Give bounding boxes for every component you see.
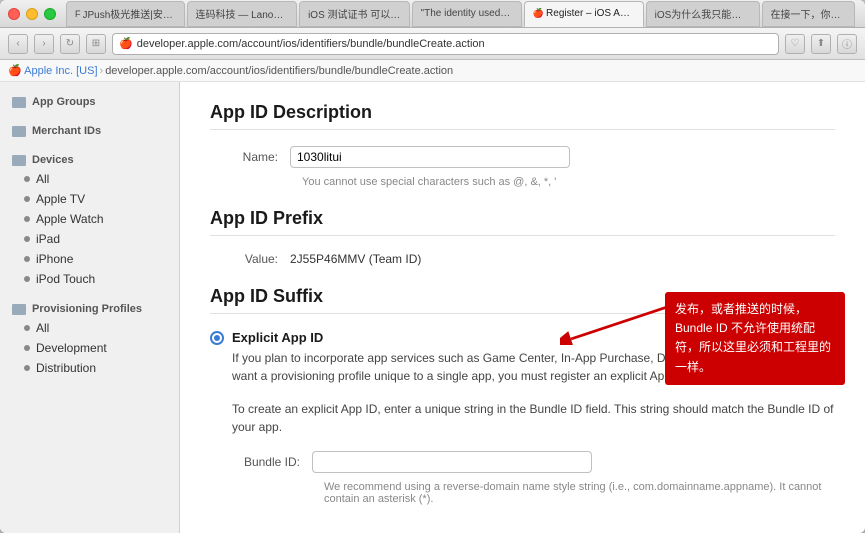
sidebar-item-label: iPhone [36,252,73,266]
annotation-arrow [560,300,670,345]
refresh-button[interactable]: ↻ [60,34,80,54]
name-field-row: Name: [210,146,835,168]
bundle-id-label: Bundle ID: [232,455,312,469]
folder-icon-4 [12,304,26,315]
explicit-option-desc2: To create an explicit App ID, enter a un… [232,400,835,436]
annotation-bubble: 发布，或者推送的时候，Bundle ID 不允许使用统配符，所以这里必须和工程里… [665,292,845,385]
sidebar-item-iphone[interactable]: iPhone [0,249,179,269]
bullet-icon [24,345,30,351]
sidebar-item-label: Apple TV [36,192,85,206]
apple-favicon: 🍎 [119,37,133,50]
bullet-icon [24,216,30,222]
sidebar-item-label: iPad [36,232,60,246]
sidebar-label-appgroups: App Groups [32,96,96,108]
bundle-id-hint: We recommend using a reverse-domain name… [324,481,835,505]
sidebar-item-ipad[interactable]: iPad [0,229,179,249]
section-title-prefix: App ID Prefix [210,208,835,236]
traffic-lights [8,8,56,20]
breadcrumb-apple[interactable]: 🍎 Apple Inc. [US] [8,64,98,77]
name-hint: You cannot use special characters such a… [302,176,835,188]
folder-icon [12,97,26,108]
sidebar-item-ipodtouch[interactable]: iPod Touch [0,269,179,289]
tab-lanou[interactable]: 连码科技 — Lanou3G Co... [187,1,298,27]
sidebar-header-devices: Devices [0,148,179,169]
title-bar: F JPush极光推送|安卓推送|i... 连码科技 — Lanou3G Co.… [0,0,865,28]
back-button[interactable]: ‹ [8,34,28,54]
sidebar-label-devices: Devices [32,154,74,166]
bullet-icon [24,325,30,331]
prefix-value-label: Value: [210,252,290,266]
name-input[interactable] [290,146,570,168]
close-button[interactable] [8,8,20,20]
bookmark-button[interactable]: ♡ [785,34,805,54]
grid-button[interactable]: ⊞ [86,34,106,54]
prefix-value-row: Value: 2J55P46MMV (Team ID) [210,252,835,266]
tab-ios-why[interactable]: iOS为什么我只能创建一个... [646,1,760,27]
section-app-id-prefix: App ID Prefix Value: 2J55P46MMV (Team ID… [210,208,835,266]
sidebar-item-label: All [36,172,49,186]
annotation-text: 发布，或者推送的时候，Bundle ID 不允许使用统配符，所以这里必须和工程里… [675,302,831,374]
tab-identity[interactable]: "The identity used to sign... [412,1,522,27]
sidebar-label-merchantids: Merchant IDs [32,125,101,137]
explicit-radio-button[interactable] [210,331,224,345]
tab-ios-cert[interactable]: iOS 测试证书 可以注册几... [299,1,409,27]
sidebar-header-provisioning: Provisioning Profiles [0,297,179,318]
breadcrumb-url: developer.apple.com/account/ios/identifi… [105,65,453,77]
share-button[interactable]: ⬆ [811,34,831,54]
sidebar: App Groups Merchant IDs Devices All Appl… [0,82,180,533]
bullet-icon [24,196,30,202]
forward-button[interactable]: › [34,34,54,54]
more-button[interactable]: ⓘ [837,34,857,54]
prefix-value: 2J55P46MMV (Team ID) [290,252,421,266]
bullet-icon [24,365,30,371]
sidebar-item-label: Development [36,341,107,355]
name-label: Name: [210,150,290,164]
tab-jpush[interactable]: F JPush极光推送|安卓推送|i... [66,1,185,27]
sidebar-header-appgroups: App Groups [0,90,179,111]
address-text: developer.apple.com/account/ios/identifi… [137,38,485,50]
content-area: App Groups Merchant IDs Devices All Appl… [0,82,865,533]
minimize-button[interactable] [26,8,38,20]
sidebar-item-appletv[interactable]: Apple TV [0,189,179,209]
folder-icon-2 [12,126,26,137]
breadcrumb: 🍎 Apple Inc. [US] › developer.apple.com/… [0,60,865,82]
sidebar-header-merchantids: Merchant IDs [0,119,179,140]
toolbar: ‹ › ↻ ⊞ 🍎 developer.apple.com/account/io… [0,28,865,60]
sidebar-item-label: All [36,321,49,335]
bundle-id-input[interactable] [312,451,592,473]
tab-bar: F JPush极光推送|安卓推送|i... 连码科技 — Lanou3G Co.… [66,0,857,28]
section-app-id-description: App ID Description Name: You cannot use … [210,102,835,188]
sidebar-item-applewatch[interactable]: Apple Watch [0,209,179,229]
sidebar-item-prov-dist[interactable]: Distribution [0,358,179,378]
main-content: App ID Description Name: You cannot use … [180,82,865,533]
section-title-description: App ID Description [210,102,835,130]
sidebar-item-label: iPod Touch [36,272,95,286]
folder-icon-3 [12,155,26,166]
maximize-button[interactable] [44,8,56,20]
sidebar-item-all[interactable]: All [0,169,179,189]
sidebar-item-label: Apple Watch [36,212,104,226]
tab-know[interactable]: 在接一下，你要知道... [762,1,855,27]
bundle-id-row: Bundle ID: [232,451,835,473]
bullet-icon [24,256,30,262]
sidebar-item-label: Distribution [36,361,96,375]
sidebar-item-prov-dev[interactable]: Development [0,338,179,358]
sidebar-item-prov-all[interactable]: All [0,318,179,338]
bullet-icon [24,236,30,242]
sidebar-label-provisioning: Provisioning Profiles [32,303,142,315]
bullet-icon [24,176,30,182]
bullet-icon [24,276,30,282]
address-bar[interactable]: 🍎 developer.apple.com/account/ios/identi… [112,33,779,55]
tab-register-ios[interactable]: 🍎 Register – iOS App IDs –... [524,1,644,27]
